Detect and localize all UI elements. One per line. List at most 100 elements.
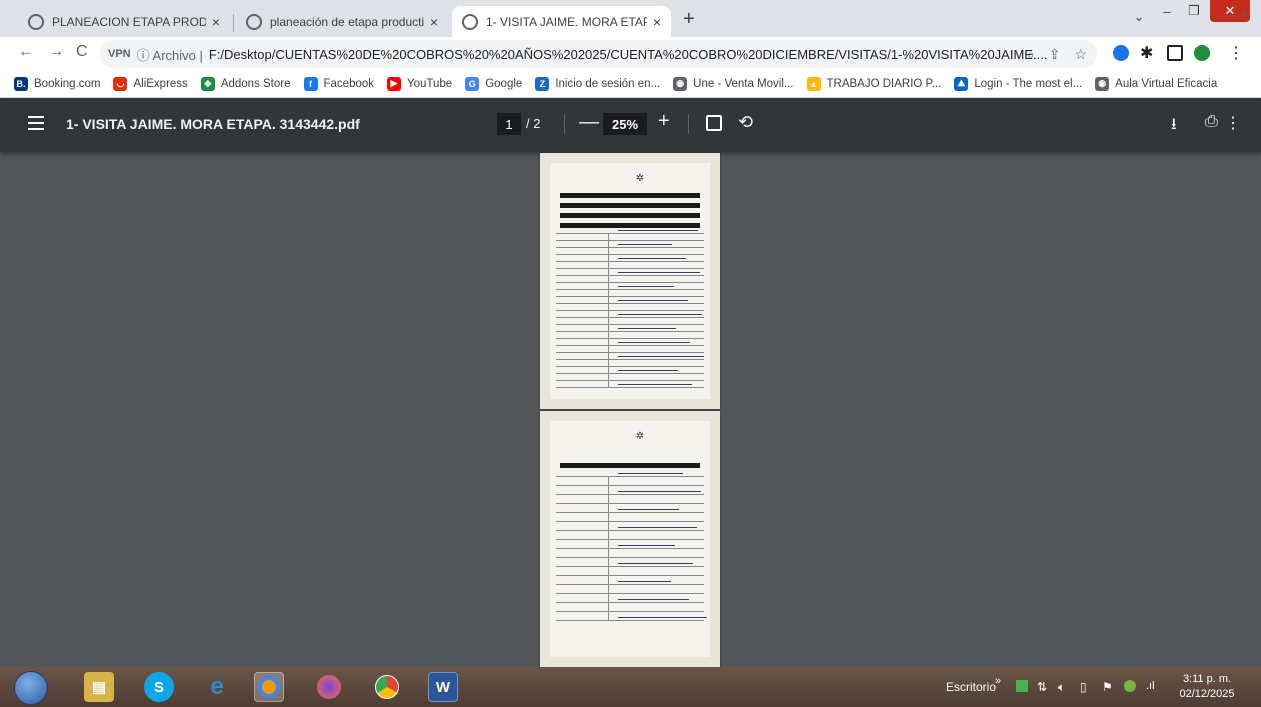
form-line (556, 530, 704, 531)
handwriting (618, 286, 674, 287)
globe-icon: ◉ (673, 76, 688, 91)
file-explorer-icon[interactable]: ▤ (84, 672, 114, 702)
chrome-variant-icon[interactable] (254, 672, 284, 702)
bookmark-item[interactable]: ◆ Addons Store (200, 76, 291, 91)
form-line (556, 324, 704, 325)
zoom-in-button[interactable]: + (658, 110, 670, 133)
form-line (556, 359, 704, 360)
skype-icon[interactable]: S (144, 672, 174, 702)
bookmark-item[interactable]: ◡ AliExpress (113, 76, 188, 91)
chrome-icon[interactable] (372, 672, 402, 702)
form-line (556, 240, 704, 241)
desktop-toolbar-label[interactable]: Escritorio (946, 680, 996, 694)
tab-close-icon[interactable]: × (430, 14, 438, 30)
shield-icon[interactable] (1194, 45, 1210, 61)
tab-title: PLANEACION ETAPA PRODUCTIV (52, 14, 206, 29)
forward-button[interactable]: → (48, 43, 64, 61)
google-icon: G (465, 76, 480, 91)
tab-planeacion-etapa[interactable]: PLANEACION ETAPA PRODUCTIV × (18, 6, 230, 37)
address-bar[interactable]: VPN ⓘ Archivo | F:/Desktop/CUENTAS%20DE%… (100, 40, 1097, 68)
extensions-icon[interactable]: ✱ (1140, 43, 1153, 63)
side-panel-icon[interactable] (1167, 45, 1183, 61)
form-header-bar (560, 223, 700, 228)
tab-search-icon[interactable]: ⌄ (1128, 6, 1150, 28)
form-line (556, 503, 704, 504)
browser-menu-icon[interactable]: ⋮ (1228, 43, 1244, 63)
bookmark-item[interactable]: ▶ YouTube (387, 76, 452, 91)
bookmark-label: Aula Virtual Eficacia (1115, 77, 1218, 90)
form-line (556, 261, 704, 262)
bookmarks-overflow-button[interactable]: » (1240, 7, 1247, 21)
omnibox-actions: ⌕ ⇪ ☆ (1027, 46, 1087, 63)
form-line (556, 233, 704, 234)
handwriting (618, 230, 698, 231)
internet-explorer-icon[interactable]: e (202, 672, 232, 702)
tab-visita-jaime[interactable]: 1- VISITA JAIME. MORA ETAPA. 3 × (452, 6, 671, 37)
form-line (556, 338, 704, 339)
bookmark-item[interactable]: ▲ TRABAJO DIARIO P... (806, 76, 942, 91)
tab-strip: PLANEACION ETAPA PRODUCTIV × planeación … (0, 0, 1261, 37)
tab-close-icon[interactable]: × (653, 14, 661, 30)
system-clock[interactable]: 3:11 p. m. 02/12/2025 (1176, 672, 1238, 702)
handwriting (618, 300, 688, 301)
url-text[interactable]: F:/Desktop/CUENTAS%20DE%20COBROS%20%20AÑ… (209, 47, 1048, 62)
form-line (556, 584, 704, 585)
tab-close-icon[interactable]: × (212, 14, 220, 30)
handwriting (618, 509, 679, 510)
bookmark-item[interactable]: B. Booking.com (14, 76, 100, 91)
volume-icon[interactable]: 🔈︎ (1058, 680, 1065, 695)
form-line (556, 548, 704, 549)
new-tab-button[interactable]: + (683, 8, 695, 31)
more-actions-icon[interactable]: ⋮ (1225, 113, 1241, 133)
zoom-icon[interactable]: ⌕ (1027, 46, 1035, 63)
download-icon[interactable]: ⭳ (1171, 113, 1177, 140)
site-info[interactable]: ⓘ Archivo | (137, 45, 203, 64)
firefox-icon[interactable] (314, 672, 344, 702)
form-line (556, 254, 704, 255)
zoom-input[interactable]: 25% (603, 113, 647, 135)
bookmark-item[interactable]: G Google (465, 76, 522, 91)
form-line (556, 575, 704, 576)
bookmark-item[interactable]: ⛰ Login - The most el... (954, 76, 1082, 91)
phone-icon[interactable]: ▯ (1080, 680, 1087, 694)
handwriting (618, 314, 702, 315)
bookmark-item[interactable]: ◉ Aula Virtual Eficacia (1095, 76, 1218, 91)
bookmark-label: Addons Store (220, 77, 291, 90)
tab-planeacion-productiva[interactable]: planeación de etapa productiva × (236, 6, 448, 37)
zoom-out-button[interactable]: — (579, 111, 599, 134)
handwriting (618, 563, 693, 564)
word-icon[interactable]: W (428, 672, 458, 702)
minimize-button[interactable]: – (1155, 0, 1179, 22)
vpn-extension-icon[interactable] (1113, 45, 1129, 61)
share-icon[interactable]: ⇪ (1049, 46, 1061, 63)
page-number-input[interactable]: 1 (497, 113, 521, 135)
handwriting (618, 356, 704, 357)
security-tray-icon[interactable] (1124, 680, 1136, 692)
back-button[interactable]: ← (18, 43, 34, 61)
scanned-form: ✲ (550, 421, 710, 657)
handwriting (618, 342, 690, 343)
rotate-icon[interactable]: ⟲ (738, 112, 753, 133)
menu-icon[interactable] (28, 116, 44, 130)
form-line (556, 557, 704, 558)
vpn-icon[interactable]: VPN (108, 48, 131, 60)
fit-page-icon[interactable] (706, 115, 722, 131)
drive-icon: ▲ (806, 76, 821, 91)
bookmark-label: TRABAJO DIARIO P... (826, 77, 942, 90)
reload-button[interactable]: C (76, 43, 88, 61)
restore-button[interactable]: ❐ (1182, 0, 1206, 22)
bookmark-item[interactable]: Z Inicio de sesión en... (535, 76, 660, 91)
flag-icon[interactable]: ⚑ (1102, 680, 1113, 694)
form-line (556, 521, 704, 522)
tray-app-icon[interactable] (1016, 680, 1028, 692)
network-icon[interactable]: ⇅ (1037, 680, 1047, 694)
print-icon[interactable]: ⎙ (1205, 113, 1218, 131)
form-line (556, 310, 704, 311)
bookmark-item[interactable]: ◉ Une - Venta Movil... (673, 76, 794, 91)
bookmark-item[interactable]: f Facebook (303, 76, 374, 91)
signal-icon[interactable]: .ıl (1146, 680, 1155, 692)
pdf-page-1: ✲ (540, 153, 720, 409)
bookmark-star-icon[interactable]: ☆ (1074, 46, 1087, 63)
start-button[interactable] (14, 671, 48, 705)
tray-overflow-icon[interactable]: » (995, 675, 1001, 687)
